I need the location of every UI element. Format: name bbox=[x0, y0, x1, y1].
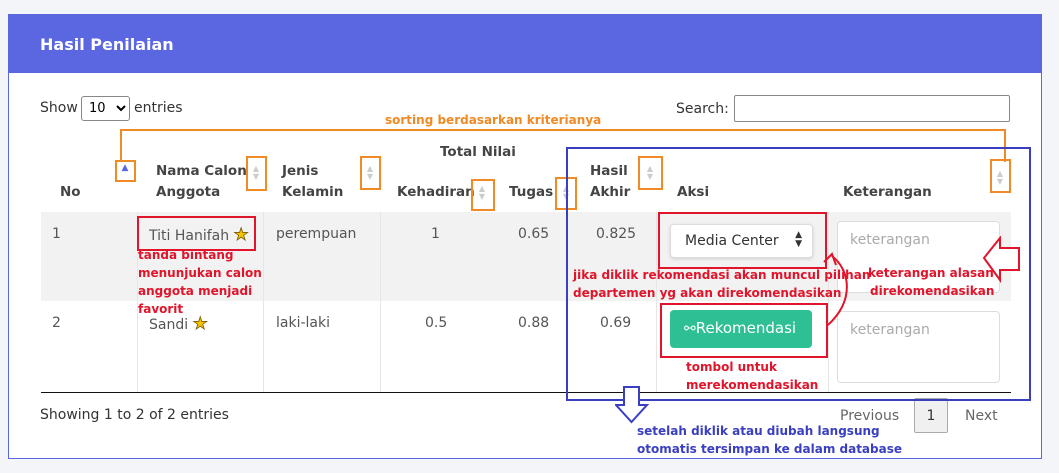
down-arrow-icon bbox=[615, 386, 649, 424]
entries-label: entries bbox=[134, 100, 183, 116]
keterangan-annotation: keterangan alasan direkomendasikan bbox=[868, 264, 994, 300]
sort-highlight-box bbox=[246, 156, 267, 191]
cell-no: 2 bbox=[52, 315, 61, 331]
star-annotation: tanda bintang menunjukan calon anggota m… bbox=[138, 246, 262, 318]
entries-per-page-select[interactable]: 10 bbox=[81, 96, 130, 121]
cell-no: 1 bbox=[52, 226, 61, 242]
cell-jenis-kelamin: laki-laki bbox=[276, 315, 330, 331]
star-annotation-line: anggota menjadi bbox=[138, 284, 253, 298]
header-no[interactable]: No bbox=[60, 182, 81, 203]
select-highlight-box bbox=[658, 212, 827, 269]
sort-highlight-box bbox=[471, 179, 495, 211]
button-annotation-line: merekomendasikan bbox=[686, 378, 819, 392]
cell-tugas: 0.88 bbox=[518, 315, 550, 331]
save-annotation-line: otomatis tersimpan ke dalam database bbox=[637, 442, 903, 456]
sort-highlight-box bbox=[360, 156, 381, 190]
star-annotation-line: favorit bbox=[138, 302, 184, 316]
star-annotation-line: tanda bintang bbox=[138, 248, 234, 262]
cell-kehadiran: 0.5 bbox=[425, 315, 448, 331]
search-label: Search: bbox=[676, 101, 729, 117]
column-divider bbox=[263, 212, 264, 393]
nama-text: Sandi bbox=[149, 317, 189, 333]
cell-jenis-kelamin: perempuan bbox=[276, 226, 357, 242]
save-annotation-line: setelah diklik atau diubah langsung bbox=[637, 424, 880, 438]
cell-tugas: 0.65 bbox=[518, 226, 550, 242]
show-label: Show bbox=[40, 100, 78, 116]
keterangan-annotation-line: keterangan alasan bbox=[868, 266, 994, 280]
button-annotation-line: tombol untuk bbox=[686, 360, 777, 374]
card-header: Hasil Penilaian bbox=[9, 15, 1041, 73]
button-annotation: tombol untuk merekomendasikan bbox=[686, 358, 818, 394]
curved-arrow-icon bbox=[823, 252, 848, 326]
page-1-button[interactable]: 1 bbox=[914, 398, 948, 433]
next-page-button[interactable]: Next bbox=[965, 408, 998, 424]
search-input[interactable] bbox=[734, 95, 1010, 122]
sort-highlight-box bbox=[115, 160, 136, 182]
button-highlight-box bbox=[660, 303, 828, 358]
cell-kehadiran: 1 bbox=[431, 226, 440, 242]
sorting-annotation: sorting berdasarkan kriterianya bbox=[383, 113, 604, 127]
left-arrow-icon bbox=[982, 236, 1020, 284]
save-annotation: setelah diklik atau diubah langsung otom… bbox=[637, 422, 902, 458]
column-divider bbox=[380, 212, 381, 393]
star-annotation-line: menunjukan calon bbox=[138, 266, 262, 280]
table-info: Showing 1 to 2 of 2 entries bbox=[40, 407, 229, 423]
keterangan-annotation-line: direkomendasikan bbox=[870, 284, 995, 298]
